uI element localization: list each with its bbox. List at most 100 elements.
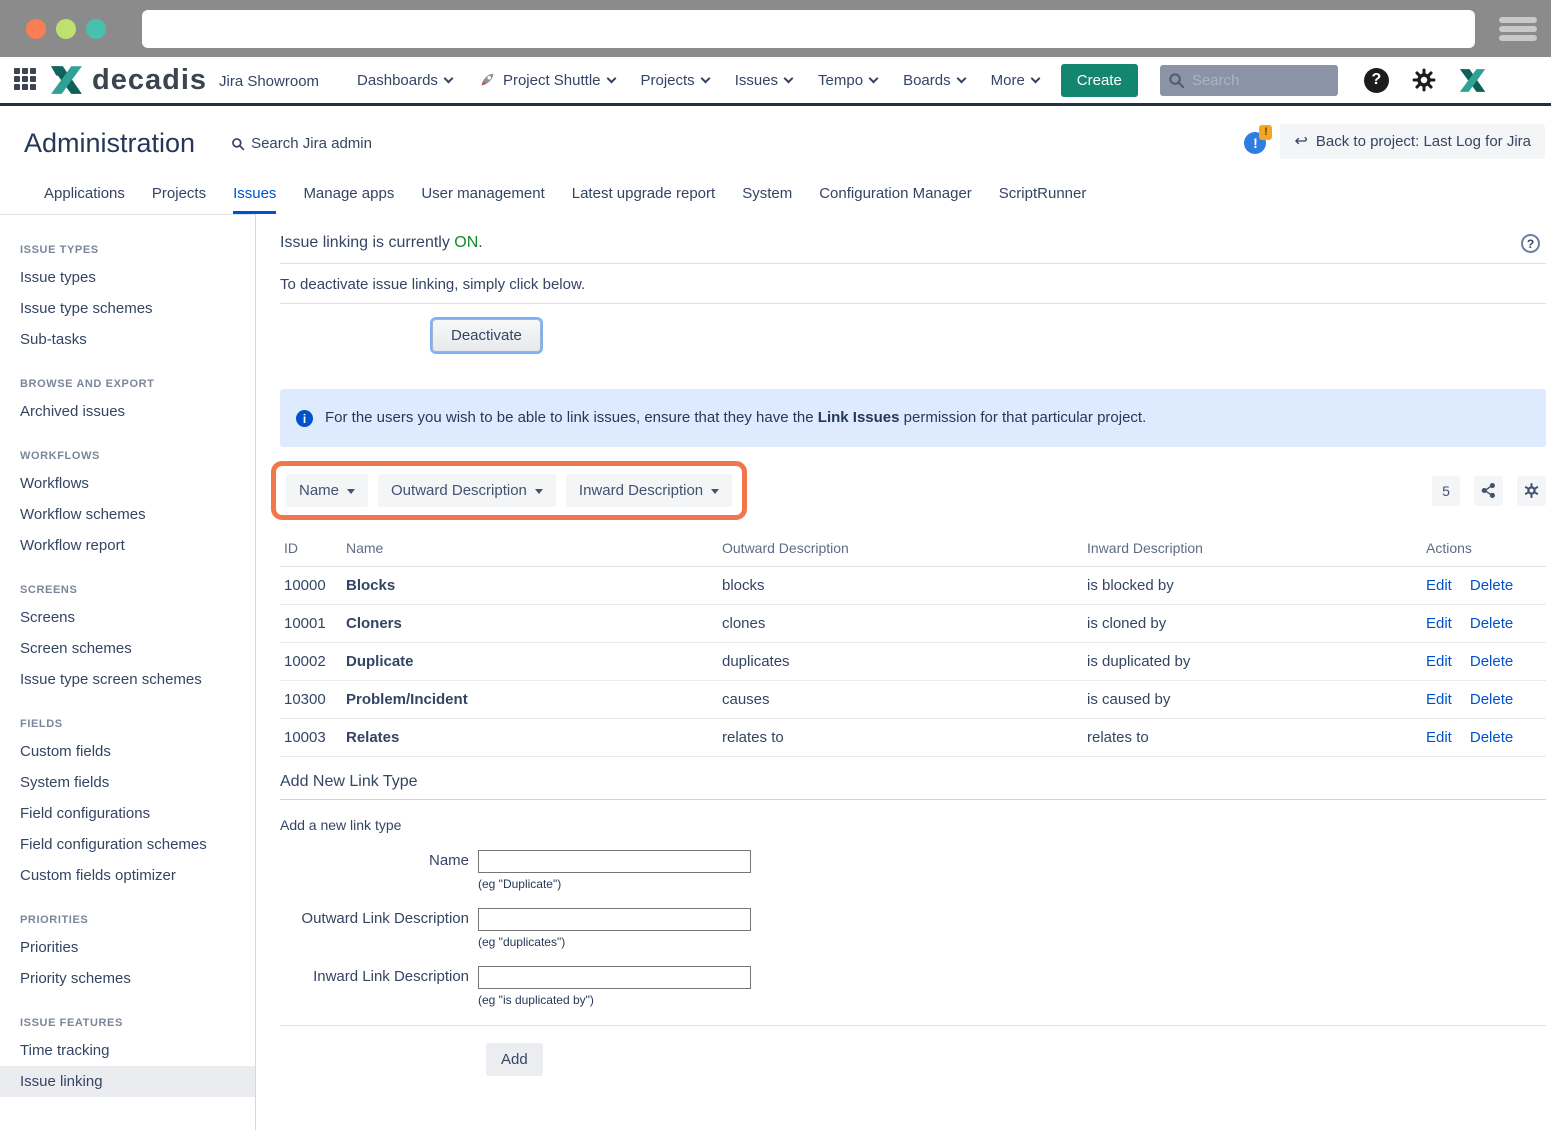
info-icon: i <box>296 410 313 427</box>
tab-configuration-manager[interactable]: Configuration Manager <box>819 185 972 214</box>
sidebar-item-field-configuration-schemes[interactable]: Field configuration schemes <box>0 829 255 860</box>
admin-header: Administration Search Jira admin ! ! ↩ B… <box>0 106 1551 214</box>
filter-name-dropdown[interactable]: Name <box>286 474 368 507</box>
name-field[interactable] <box>478 850 751 873</box>
apps-grid-icon[interactable] <box>14 68 38 92</box>
delete-link[interactable]: Delete <box>1470 691 1513 708</box>
back-to-project-button[interactable]: ↩ Back to project: Last Log for Jira <box>1280 124 1545 159</box>
global-search <box>1160 65 1338 96</box>
sidebar-section-workflows: WORKFLOWS <box>0 427 255 468</box>
sidebar-section-screens: SCREENS <box>0 561 255 602</box>
outward-description-field[interactable] <box>478 908 751 931</box>
tab-latest-upgrade-report[interactable]: Latest upgrade report <box>572 185 715 214</box>
sidebar-section-priorities: PRIORITIES <box>0 891 255 932</box>
delete-link[interactable]: Delete <box>1470 653 1513 670</box>
tab-applications[interactable]: Applications <box>44 185 125 214</box>
filter-outward-description-dropdown[interactable]: Outward Description <box>378 474 556 507</box>
create-button[interactable]: Create <box>1061 64 1138 97</box>
maximize-window-icon[interactable] <box>86 19 106 39</box>
tab-scriptrunner[interactable]: ScriptRunner <box>999 185 1087 214</box>
sidebar-item-custom-fields-optimizer[interactable]: Custom fields optimizer <box>0 860 255 891</box>
tab-system[interactable]: System <box>742 185 792 214</box>
table-row: 10000 Blocks blocks is blocked by EditDe… <box>280 567 1546 605</box>
sidebar-item-time-tracking[interactable]: Time tracking <box>0 1035 255 1066</box>
navbar-right: ? <box>1364 67 1487 93</box>
edit-link[interactable]: Edit <box>1426 729 1452 746</box>
header-outward: Outward Description <box>718 534 1083 567</box>
help-icon[interactable]: ? <box>1364 68 1389 93</box>
edit-link[interactable]: Edit <box>1426 691 1452 708</box>
browser-menu-icon[interactable] <box>1499 14 1537 44</box>
sidebar-item-issue-type-schemes[interactable]: Issue type schemes <box>0 293 255 324</box>
nav-boards[interactable]: Boards <box>903 72 965 89</box>
sidebar-item-issue-linking[interactable]: Issue linking <box>0 1066 255 1097</box>
sidebar-item-priority-schemes[interactable]: Priority schemes <box>0 963 255 994</box>
decadis-logo[interactable]: decadis <box>50 64 207 97</box>
app-navbar: decadis Jira Showroom Dashboards Project… <box>0 57 1551 106</box>
sidebar-item-priorities[interactable]: Priorities <box>0 932 255 963</box>
inward-description-field[interactable] <box>478 966 751 989</box>
add-button[interactable]: Add <box>486 1043 543 1076</box>
browser-chrome <box>0 0 1551 57</box>
search-icon <box>231 137 245 151</box>
help-circle-icon[interactable]: ? <box>1521 234 1540 253</box>
tab-user-management[interactable]: User management <box>421 185 544 214</box>
decadis-app-icon[interactable] <box>1459 68 1487 93</box>
sidebar-item-issue-type-screen-schemes[interactable]: Issue type screen schemes <box>0 664 255 695</box>
divider <box>280 263 1546 264</box>
table-settings-button[interactable] <box>1517 476 1546 506</box>
share-icon <box>1480 482 1497 499</box>
outward-description-field-label: Outward Link Description <box>280 910 478 949</box>
sidebar-section-issue-features: ISSUE FEATURES <box>0 994 255 1035</box>
sidebar-item-screens[interactable]: Screens <box>0 602 255 633</box>
chevron-down-icon <box>1030 73 1040 83</box>
chevron-down-icon <box>869 73 879 83</box>
gear-icon[interactable] <box>1411 67 1437 93</box>
delete-link[interactable]: Delete <box>1470 615 1513 632</box>
admin-search[interactable]: Search Jira admin <box>231 135 372 152</box>
sidebar-item-issue-types[interactable]: Issue types <box>0 262 255 293</box>
search-input[interactable] <box>1160 65 1338 96</box>
sidebar-item-archived-issues[interactable]: Archived issues <box>0 396 255 427</box>
sidebar-item-custom-fields[interactable]: Custom fields <box>0 736 255 767</box>
deactivate-button[interactable]: Deactivate <box>432 319 541 352</box>
edit-link[interactable]: Edit <box>1426 615 1452 632</box>
sidebar-item-workflows[interactable]: Workflows <box>0 468 255 499</box>
page-title: Administration <box>24 128 195 159</box>
minimize-window-icon[interactable] <box>56 19 76 39</box>
share-button[interactable] <box>1474 476 1503 506</box>
status-on-value: ON <box>454 234 478 251</box>
outward-description-field-hint: (eg "duplicates") <box>478 935 751 949</box>
sidebar-item-system-fields[interactable]: System fields <box>0 767 255 798</box>
table-row: 10003 Relates relates to relates to Edit… <box>280 719 1546 757</box>
sidebar-item-field-configurations[interactable]: Field configurations <box>0 798 255 829</box>
nav-more[interactable]: More <box>991 72 1039 89</box>
nav-tempo[interactable]: Tempo <box>818 72 877 89</box>
window-controls <box>26 19 106 39</box>
edit-link[interactable]: Edit <box>1426 653 1452 670</box>
sidebar-item-sub-tasks[interactable]: Sub-tasks <box>0 324 255 355</box>
nav-project-shuttle[interactable]: Project Shuttle <box>478 71 615 89</box>
delete-link[interactable]: Delete <box>1470 577 1513 594</box>
tab-projects[interactable]: Projects <box>152 185 206 214</box>
tab-issues[interactable]: Issues <box>233 185 276 214</box>
nav-dashboards[interactable]: Dashboards <box>357 72 452 89</box>
brand-name: decadis <box>92 64 207 97</box>
header-name: Name <box>342 534 718 567</box>
edit-link[interactable]: Edit <box>1426 577 1452 594</box>
add-new-link-type-title: Add New Link Type <box>280 773 1546 800</box>
name-field-label: Name <box>280 852 478 891</box>
sidebar-item-workflow-report[interactable]: Workflow report <box>0 530 255 561</box>
url-bar[interactable] <box>142 10 1475 48</box>
sidebar-item-workflow-schemes[interactable]: Workflow schemes <box>0 499 255 530</box>
delete-link[interactable]: Delete <box>1470 729 1513 746</box>
notification-icon[interactable]: ! ! <box>1244 130 1268 154</box>
close-window-icon[interactable] <box>26 19 46 39</box>
sidebar-item-screen-schemes[interactable]: Screen schemes <box>0 633 255 664</box>
filter-inward-description-dropdown[interactable]: Inward Description <box>566 474 732 507</box>
page-size-button[interactable]: 5 <box>1432 476 1460 506</box>
nav-projects[interactable]: Projects <box>641 72 709 89</box>
nav-issues[interactable]: Issues <box>735 72 792 89</box>
chevron-down-icon <box>443 73 453 83</box>
tab-manage-apps[interactable]: Manage apps <box>303 185 394 214</box>
